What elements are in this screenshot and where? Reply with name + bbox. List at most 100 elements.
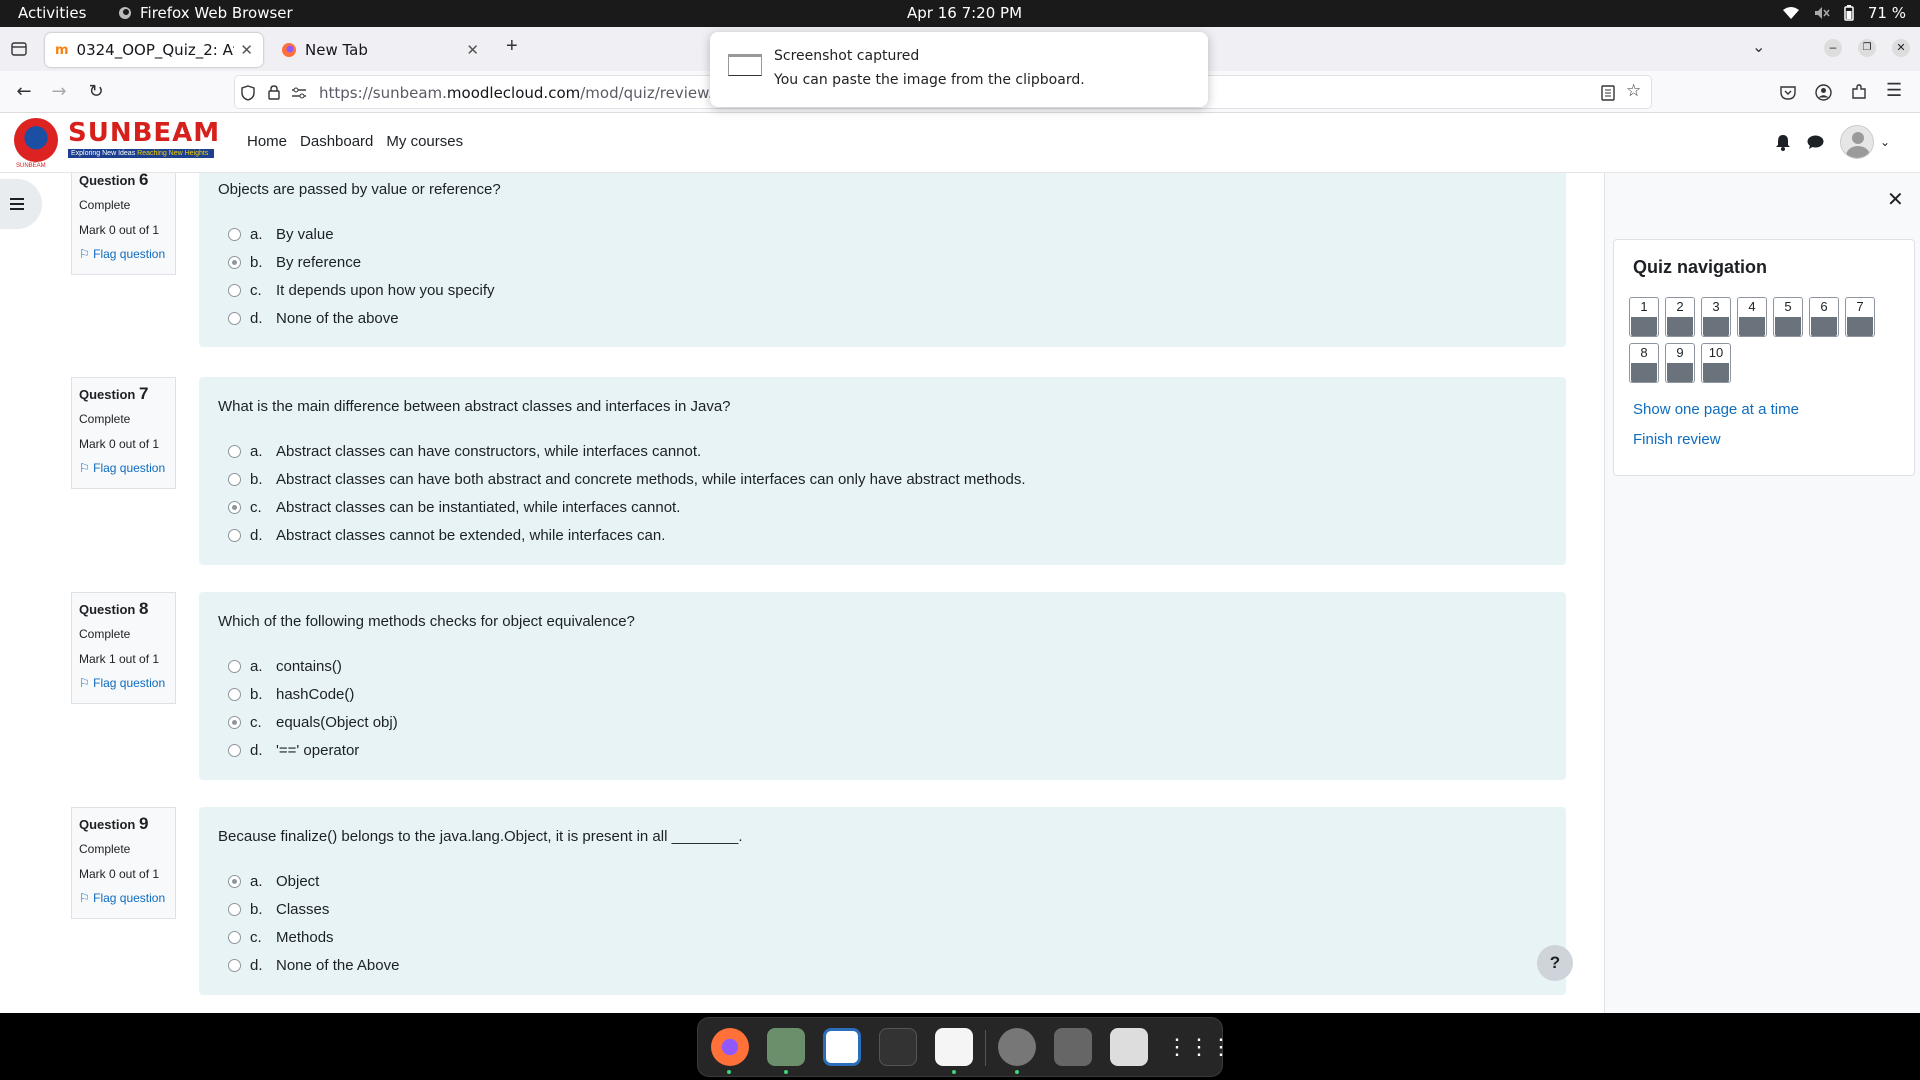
extensions-icon[interactable]: [1851, 84, 1867, 100]
help-button[interactable]: ?: [1537, 945, 1573, 981]
list-all-tabs-icon[interactable]: ⌄: [1752, 37, 1765, 57]
radio-button-selected[interactable]: [228, 874, 241, 888]
clock[interactable]: Apr 16 7:20 PM: [907, 4, 1022, 22]
radio-button[interactable]: [228, 283, 241, 297]
flag-question-link[interactable]: ⚐ Flag question: [79, 247, 168, 261]
answer-option[interactable]: b. Abstract classes can have both abstrac…: [218, 465, 1547, 493]
radio-button-selected[interactable]: [228, 500, 241, 514]
nav-home[interactable]: Home: [247, 133, 287, 150]
answer-option[interactable]: d. '==' operator: [218, 736, 1547, 764]
radio-button[interactable]: [228, 528, 241, 542]
close-window-icon[interactable]: ✕: [1892, 39, 1910, 57]
reader-view-icon[interactable]: [1601, 85, 1615, 101]
radio-button[interactable]: [228, 958, 241, 972]
new-tab-icon[interactable]: +: [506, 35, 518, 58]
messages-chat-icon[interactable]: [1807, 135, 1824, 150]
firefox-dock-icon[interactable]: [711, 1028, 749, 1066]
finish-review-link[interactable]: Finish review: [1633, 431, 1721, 448]
answer-option[interactable]: a. By value: [218, 220, 1547, 248]
tracking-shield-icon[interactable]: [241, 85, 255, 101]
flag-question-link[interactable]: ⚐ Flag question: [79, 891, 168, 905]
forward-icon[interactable]: →: [47, 80, 71, 104]
minimize-icon[interactable]: –: [1824, 39, 1842, 57]
pocket-icon[interactable]: [1780, 85, 1796, 100]
notifications-bell-icon[interactable]: [1775, 134, 1791, 151]
tab-new-tab[interactable]: New Tab ✕: [271, 33, 489, 67]
terminal-dock-icon[interactable]: [879, 1028, 917, 1066]
radio-button[interactable]: [228, 444, 241, 458]
answer-option[interactable]: c. Methods: [218, 923, 1547, 951]
app-menu-icon[interactable]: ☰: [1886, 80, 1902, 101]
quiz-nav-button[interactable]: 9: [1665, 343, 1695, 383]
answer-option[interactable]: b. hashCode(): [218, 680, 1547, 708]
quiz-nav-button[interactable]: 4: [1737, 297, 1767, 337]
app-menu[interactable]: Firefox Web Browser: [118, 4, 293, 22]
nav-my-courses[interactable]: My courses: [386, 133, 463, 150]
option-letter: a.: [250, 657, 263, 675]
answer-option[interactable]: d. Abstract classes cannot be extended, w…: [218, 521, 1547, 549]
url-text[interactable]: https://sunbeam.moodlecloud.com/mod/quiz…: [319, 84, 741, 102]
radio-button[interactable]: [228, 311, 241, 325]
radio-button-selected[interactable]: [228, 715, 241, 729]
nav-dashboard[interactable]: Dashboard: [300, 133, 373, 150]
close-drawer-icon[interactable]: ✕: [1887, 187, 1904, 212]
radio-button[interactable]: [228, 687, 241, 701]
quiz-nav-button[interactable]: 2: [1665, 297, 1695, 337]
close-tab-icon[interactable]: ✕: [240, 41, 253, 59]
trash-icon[interactable]: [1110, 1028, 1148, 1066]
disk-drive-icon[interactable]: [1054, 1028, 1092, 1066]
firefox-view-icon[interactable]: [11, 42, 27, 56]
quiz-nav-button[interactable]: 7: [1845, 297, 1875, 337]
answer-option[interactable]: b. Classes: [218, 895, 1547, 923]
avatar[interactable]: [1839, 125, 1874, 159]
quiz-nav-number: 10: [1708, 345, 1724, 360]
quiz-nav-button[interactable]: 5: [1773, 297, 1803, 337]
radio-button-selected[interactable]: [228, 255, 241, 269]
answer-option[interactable]: b. By reference: [218, 248, 1547, 276]
tab-quiz-review[interactable]: m 0324_OOP_Quiz_2: Attempt review ✕: [45, 33, 263, 67]
flag-question-link[interactable]: ⚐ Flag question: [79, 461, 168, 475]
answer-option[interactable]: a. Abstract classes can have constructors…: [218, 437, 1547, 465]
radio-button[interactable]: [228, 743, 241, 757]
radio-button[interactable]: [228, 472, 241, 486]
answer-option[interactable]: c. equals(Object obj): [218, 708, 1547, 736]
answer-option[interactable]: c. It depends upon how you specify: [218, 276, 1547, 304]
text-editor-dock-icon[interactable]: [935, 1028, 973, 1066]
restore-icon[interactable]: ❐: [1858, 39, 1876, 57]
option-letter: a.: [250, 225, 263, 243]
answer-option[interactable]: d. None of the above: [218, 304, 1547, 332]
app-grid-icon[interactable]: ⋮⋮⋮: [1166, 1028, 1232, 1066]
radio-button[interactable]: [228, 659, 241, 673]
answer-option[interactable]: d. None of the Above: [218, 951, 1547, 979]
flag-question-link[interactable]: ⚐ Flag question: [79, 676, 168, 690]
quiz-nav-button[interactable]: 1: [1629, 297, 1659, 337]
course-index-toggle[interactable]: [0, 179, 42, 229]
answer-option[interactable]: a. contains(): [218, 652, 1547, 680]
account-icon[interactable]: [1815, 84, 1832, 101]
quiz-nav-button[interactable]: 3: [1701, 297, 1731, 337]
sunbeam-logo[interactable]: SUNBEAM Exploring New Ideas Reaching New…: [14, 116, 219, 170]
bookmark-star-icon[interactable]: ☆: [1626, 81, 1641, 101]
writer-dock-icon[interactable]: [823, 1028, 861, 1066]
screenshot-notification[interactable]: Screenshot captured You can paste the im…: [710, 32, 1208, 107]
notification-title: Screenshot captured: [774, 48, 920, 64]
chevron-down-icon[interactable]: ⌄: [1880, 135, 1890, 149]
system-tray[interactable]: 71 %: [1782, 4, 1906, 22]
quiz-nav-button[interactable]: 8: [1629, 343, 1659, 383]
files-dock-icon[interactable]: [767, 1028, 805, 1066]
activities-button[interactable]: Activities: [18, 4, 86, 22]
radio-button[interactable]: [228, 930, 241, 944]
lock-icon[interactable]: [268, 85, 280, 100]
back-icon[interactable]: ←: [12, 80, 36, 104]
settings-gear-icon[interactable]: [998, 1028, 1036, 1066]
answer-option[interactable]: c. Abstract classes can be instantiated, …: [218, 493, 1547, 521]
reload-icon[interactable]: ↻: [84, 80, 108, 104]
show-one-page-link[interactable]: Show one page at a time: [1633, 401, 1799, 418]
answer-option[interactable]: a. Object: [218, 867, 1547, 895]
quiz-nav-button[interactable]: 6: [1809, 297, 1839, 337]
permissions-icon[interactable]: [291, 87, 307, 99]
quiz-nav-button[interactable]: 10: [1701, 343, 1731, 383]
radio-button[interactable]: [228, 227, 241, 241]
radio-button[interactable]: [228, 902, 241, 916]
close-tab-icon[interactable]: ✕: [466, 41, 479, 59]
